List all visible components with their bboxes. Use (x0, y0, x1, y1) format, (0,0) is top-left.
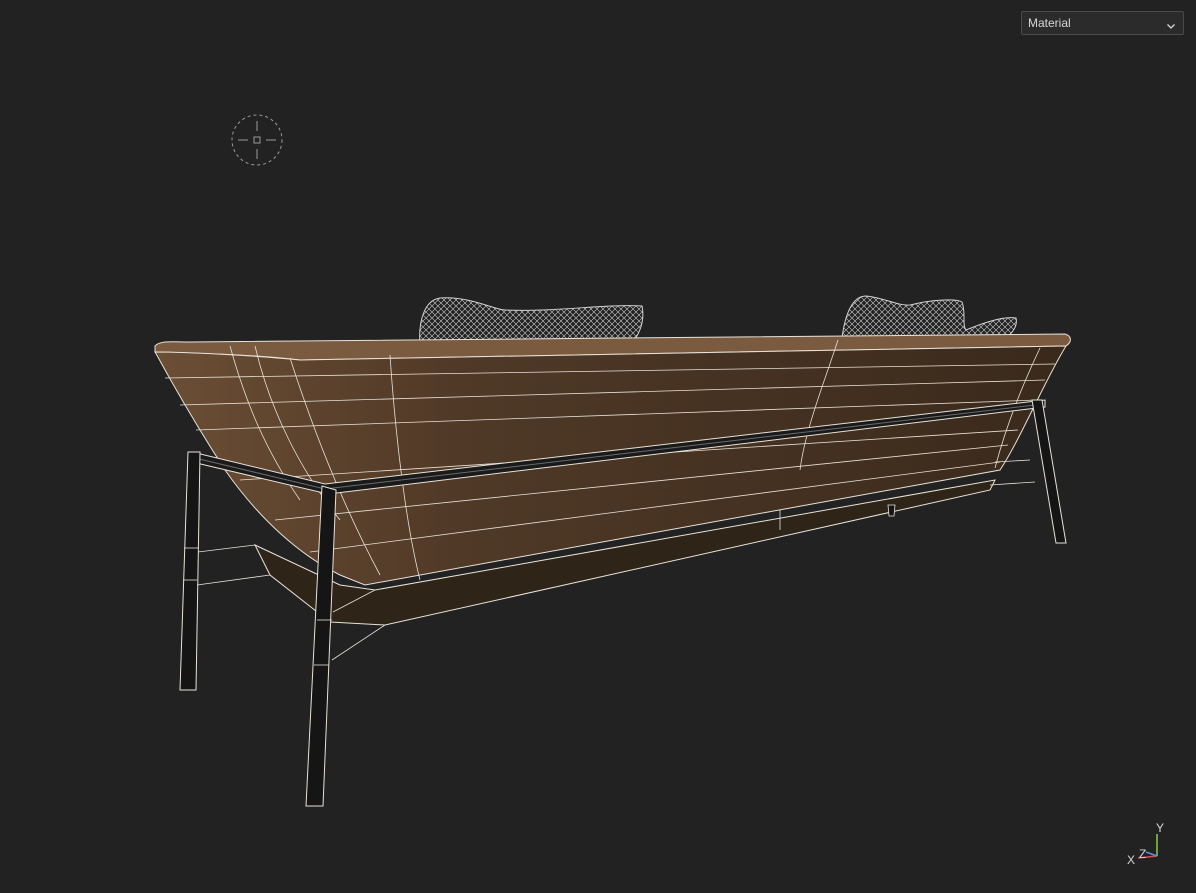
axis-z-label: Z (1139, 847, 1146, 861)
pillow-right (841, 295, 1017, 339)
axis-x-label: X (1127, 853, 1135, 867)
crosshair-icon[interactable] (230, 113, 284, 167)
shading-mode-dropdown[interactable]: Material (1021, 11, 1184, 35)
axis-gizmo[interactable]: Y X Z (1124, 820, 1172, 868)
3d-viewport[interactable]: Material Y X Z (0, 0, 1196, 893)
sofa-leg-right (1031, 399, 1067, 544)
sofa-leg-rear-small (887, 504, 896, 517)
shading-mode-value: Material (1028, 16, 1071, 30)
chevron-down-icon (1165, 17, 1177, 29)
axis-y-label: Y (1156, 821, 1164, 835)
sofa-model-render[interactable] (0, 0, 1196, 893)
